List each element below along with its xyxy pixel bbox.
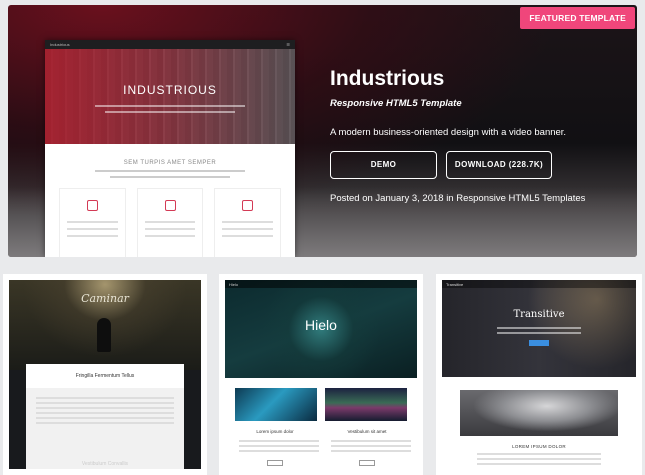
preview-feature-cards [45,178,295,257]
featured-badge: FEATURED TEMPLATE [520,7,635,29]
text-line [36,407,174,409]
demo-button[interactable]: DEMO [330,151,437,179]
walking-person-image [97,318,111,352]
panel-heading: Fringilla Fermentum Tellus [75,373,135,379]
preview-navbar: Industrious ☰ [45,40,295,49]
preview-menu-icon: ☰ [286,42,290,47]
section-heading: LOREM IPSUM DOLOR [512,444,566,449]
thumbnail-footer-text: Vestibulum Convallis [81,461,129,467]
tile-text [331,437,411,452]
template-description: A modern business-oriented design with a… [330,127,567,138]
preview-card-line [222,221,274,223]
preview-banner-text [105,111,235,113]
preview-card-line [67,235,118,237]
template-thumbnail-title: Caminar [81,292,129,305]
template-thumbnail[interactable]: Transitive Transitive LOREM IPSUM DOLOR [442,280,636,469]
preview-text-line [95,170,245,172]
tile-title: Vestibulum sit amet [347,429,387,434]
text-line [477,458,601,460]
preview-card-line [222,228,274,230]
banner-cta-button [529,340,549,346]
preview-card-line [67,228,118,230]
banner-text-line [497,327,581,329]
preview-card [136,188,204,257]
preview-card-line [67,221,118,223]
template-thumbnail-title: Hielo [305,317,337,333]
banner-text-line [497,332,581,334]
text-line [36,417,174,419]
template-thumbnail[interactable]: Hielo Hielo Lorem ipsum dolor Vestibulum… [225,280,417,469]
text-line [36,397,174,399]
crowd-banner-image: Transitive Transitive [442,280,636,377]
panel-text-block [26,388,184,469]
thumbnail-content-panel: Fringilla Fermentum Tellus [26,364,184,469]
preview-card [214,188,282,257]
tile-more-button [267,460,283,466]
text-line [477,453,601,455]
preview-banner-text [95,105,245,107]
preview-card-line [144,221,196,223]
tile-more-button [359,460,375,466]
preview-banner-title: INDUSTRIOUS [123,83,217,97]
preview-brand: Industrious [50,42,70,47]
leaf-banner-image: Hielo Hielo [225,280,417,378]
text-line [477,463,601,465]
preview-card [59,188,126,257]
preview-card-line [144,235,196,237]
thumbnail-navbar: Hielo [225,280,417,288]
template-thumbnail[interactable]: Caminar Fringilla Fermentum Tellus Vesti… [9,280,201,469]
aurora-image [325,388,407,421]
umbrella-street-image [460,390,618,436]
featured-template-hero[interactable]: FEATURED TEMPLATE Industrious ☰ INDUSTRI… [8,5,637,257]
template-title[interactable]: Industrious [330,67,444,91]
posted-info: Posted on January 3, 2018 in Responsive … [330,193,586,204]
text-line [36,412,174,414]
template-card-caminar[interactable]: Caminar Fringilla Fermentum Tellus Vesti… [3,274,207,475]
template-thumbnail-title: Transitive [513,309,565,320]
template-preview-screenshot[interactable]: Industrious ☰ INDUSTRIOUS SEM TURPIS AME… [45,40,295,257]
tile-title: Lorem ipsum dolor [256,429,294,434]
text-line [36,422,174,424]
preview-card-line [222,235,274,237]
id-card-icon [86,200,98,211]
download-button[interactable]: DOWNLOAD (228.7K) [446,151,552,179]
thumbnail-image-row [235,388,407,421]
preview-banner: INDUSTRIOUS [45,49,295,144]
documents-icon [164,200,176,211]
tile-text [239,437,319,452]
save-icon [242,200,254,211]
preview-card-line [144,228,196,230]
text-line [36,402,174,404]
template-card-transitive[interactable]: Transitive Transitive LOREM IPSUM DOLOR [436,274,642,475]
ice-cave-image [235,388,317,421]
template-card-hielo[interactable]: Hielo Hielo Lorem ipsum dolor Vestibulum… [219,274,423,475]
thumbnail-navbar: Transitive [442,280,636,288]
preview-section-title: SEM TURPIS AMET SEMPER [123,160,217,166]
template-subtitle: Responsive HTML5 Template [330,98,462,109]
